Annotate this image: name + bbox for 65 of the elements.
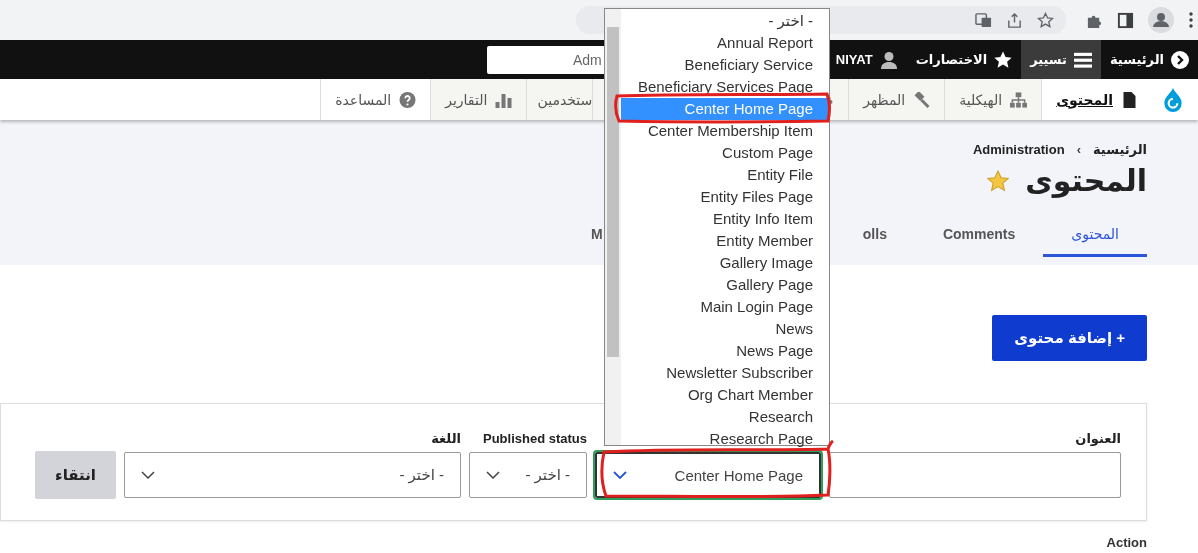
tab[interactable]: M	[591, 216, 603, 257]
column-heading: Action	[1105, 535, 1147, 550]
tab[interactable]: Comments	[914, 216, 1044, 257]
tray-item[interactable]: الهيكلية	[944, 79, 1042, 120]
filter-button[interactable]: انتقاء	[35, 451, 116, 499]
tray-item[interactable]: المساعدة	[320, 79, 431, 120]
dropdown-option[interactable]: Research Page	[621, 428, 829, 450]
toolbar-item[interactable]: الرئيسية	[1100, 40, 1198, 79]
dropdown-option[interactable]: Center Membership Item	[621, 120, 829, 142]
star-icon[interactable]	[1037, 11, 1054, 29]
drop-logo-icon[interactable]	[1162, 86, 1184, 113]
breadcrumb-separator: ›	[1076, 142, 1081, 157]
star-icon[interactable]	[987, 169, 1010, 192]
language-select[interactable]: - اختر -	[124, 452, 461, 498]
tray-item[interactable]: المظهر	[848, 79, 945, 120]
hammer-icon	[913, 91, 931, 108]
chevron-down-icon	[486, 471, 500, 479]
dropdown-option[interactable]: News Page	[621, 340, 829, 362]
dropdown-option[interactable]: Main Login Page	[621, 296, 829, 318]
dropdown-option[interactable]: Entity Files Page	[621, 186, 829, 208]
dropdown-option[interactable]: Annual Report	[621, 32, 829, 54]
toolbar-item[interactable]: تسيير	[1021, 40, 1101, 79]
content-type-select[interactable]: Center Home Page	[595, 452, 821, 498]
help-icon	[399, 91, 417, 108]
dropdown-option[interactable]: Gallery Image	[621, 252, 829, 274]
scrollbar[interactable]	[605, 9, 621, 445]
menu-icon	[1073, 50, 1092, 69]
tray-item[interactable]: ستخدمين	[526, 79, 593, 120]
profile-icon[interactable]	[1148, 7, 1174, 33]
tray-item[interactable]: المحتوى	[1041, 79, 1152, 120]
page-title: المحتوى	[1025, 163, 1147, 198]
dropdown-option[interactable]: Entity Info Item	[621, 208, 829, 230]
dropdown-option[interactable]: News	[621, 318, 829, 340]
toolbar-item[interactable]: الاختصارات	[906, 40, 1022, 79]
dropdown-option[interactable]: Beneficiary Service	[621, 54, 829, 76]
chevron-down-icon	[613, 471, 627, 479]
field-label: اللغة	[430, 431, 461, 446]
dropdown-option[interactable]: Custom Page	[621, 142, 829, 164]
dropdown-option[interactable]: Org Chart Member	[621, 384, 829, 406]
dropdown-option[interactable]: Newsletter Subscriber	[621, 362, 829, 384]
toolbar-item[interactable]: NIYAT	[826, 40, 907, 79]
share-icon[interactable]	[1006, 11, 1023, 29]
translate-icon[interactable]	[975, 11, 992, 29]
document-icon	[1121, 91, 1138, 108]
status-select[interactable]: - اختر -	[469, 452, 587, 498]
chevron-down-icon	[141, 471, 155, 479]
user-icon	[879, 50, 898, 69]
dropdown-option[interactable]: Entity Member	[621, 230, 829, 252]
field-label: العنوان	[1074, 431, 1121, 446]
add-content-button[interactable]: + إضافة محتوى	[992, 315, 1147, 361]
dropdown-option[interactable]: Gallery Page	[621, 274, 829, 296]
tray-item[interactable]: التقارير	[430, 79, 527, 120]
dropdown-option[interactable]: Research	[621, 406, 829, 428]
menu-icon[interactable]	[1188, 11, 1194, 29]
breadcrumb-link[interactable]: الرئيسية	[1092, 142, 1147, 157]
chevron-icon	[1171, 50, 1189, 69]
sitemap-icon	[1010, 91, 1028, 108]
tab[interactable]: المحتوى	[1043, 216, 1147, 257]
breadcrumb-link[interactable]: Administration	[972, 142, 1065, 157]
dropdown-option[interactable]: Entity File	[621, 164, 829, 186]
star-icon	[994, 50, 1013, 69]
side-panel-icon[interactable]	[1117, 11, 1134, 29]
title-field[interactable]	[829, 452, 1121, 498]
field-label: Published status	[481, 431, 587, 446]
bar-chart-icon	[495, 91, 513, 108]
